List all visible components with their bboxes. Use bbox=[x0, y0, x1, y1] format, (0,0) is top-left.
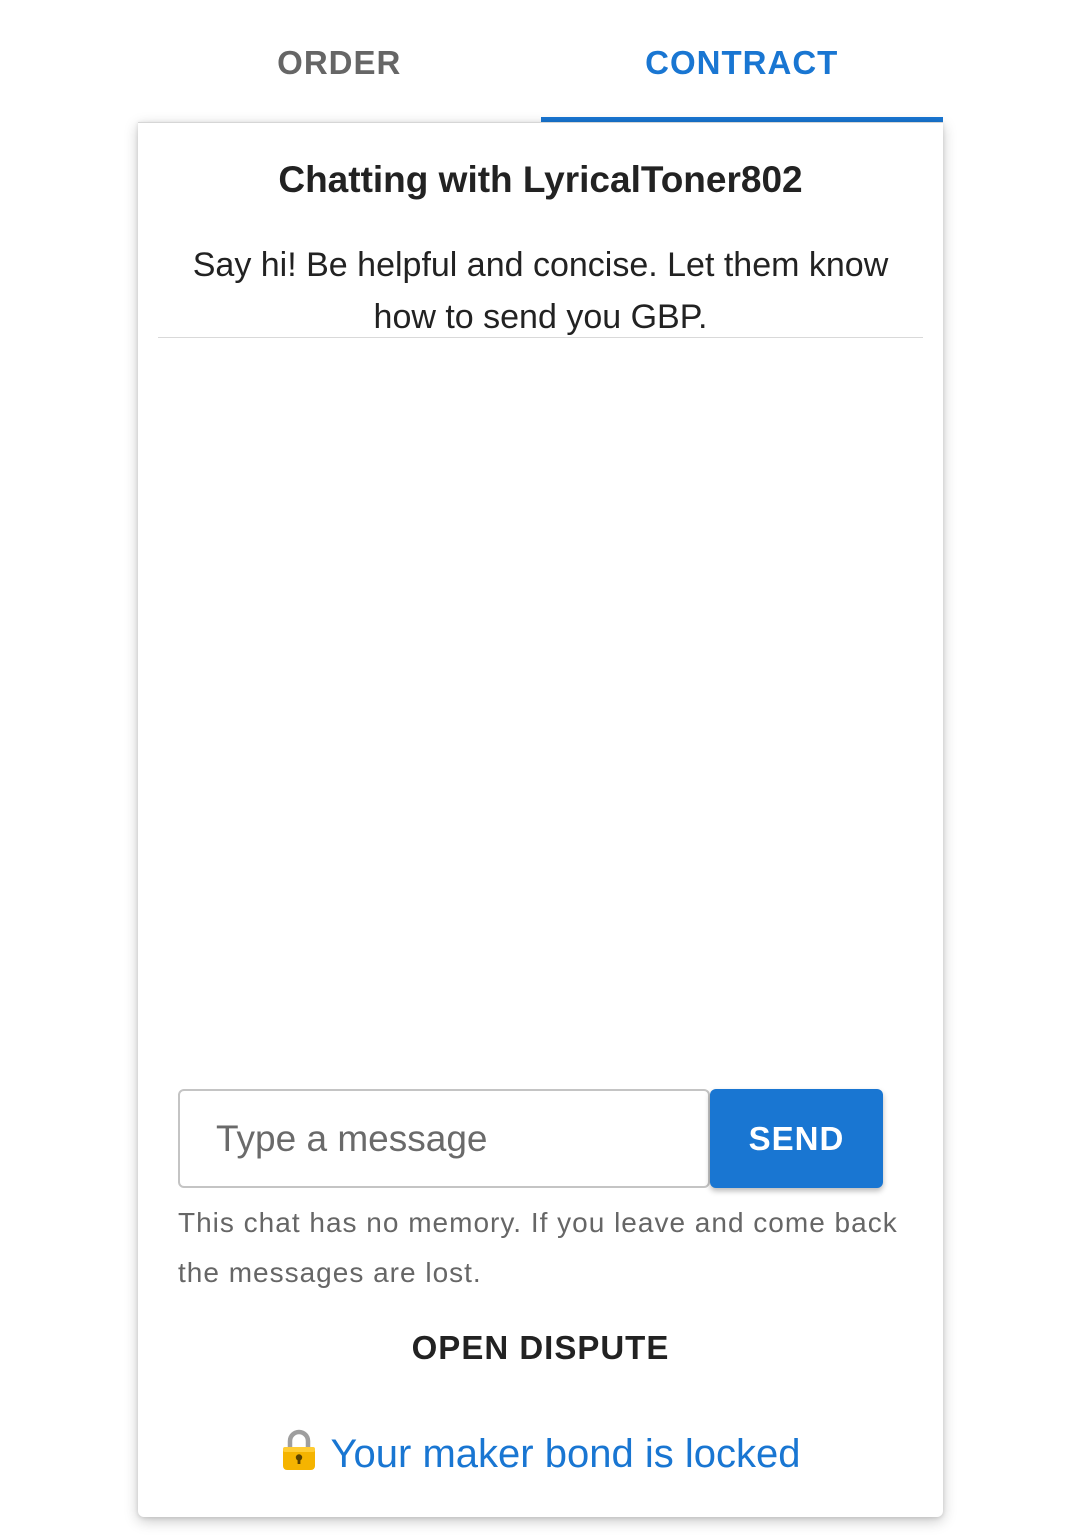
tab-bar: ORDER CONTRACT bbox=[138, 0, 943, 122]
divider bbox=[158, 337, 923, 338]
tab-contract[interactable]: CONTRACT bbox=[540, 0, 944, 122]
bond-status-text[interactable]: Your maker bond is locked bbox=[331, 1432, 801, 1476]
chat-card: Chatting with LyricalToner802 Say hi! Be… bbox=[138, 122, 943, 1517]
tab-order[interactable]: ORDER bbox=[138, 0, 541, 122]
send-button[interactable]: SEND bbox=[710, 1089, 883, 1188]
chat-hint: Say hi! Be helpful and concise. Let them… bbox=[192, 246, 889, 336]
tab-order-label: ORDER bbox=[277, 44, 402, 81]
tab-contract-label: CONTRACT bbox=[645, 44, 839, 81]
chat-title: Chatting with LyricalToner802 bbox=[278, 159, 803, 200]
message-list[interactable] bbox=[158, 339, 923, 1079]
message-input[interactable] bbox=[214, 1116, 708, 1161]
message-input-field[interactable] bbox=[178, 1089, 710, 1188]
lock-icon bbox=[281, 1429, 317, 1481]
memory-note: This chat has no memory. If you leave an… bbox=[178, 1207, 898, 1288]
open-dispute-button[interactable]: OPEN DISPUTE bbox=[138, 1329, 943, 1367]
bond-status: Your maker bond is locked bbox=[138, 1429, 943, 1481]
